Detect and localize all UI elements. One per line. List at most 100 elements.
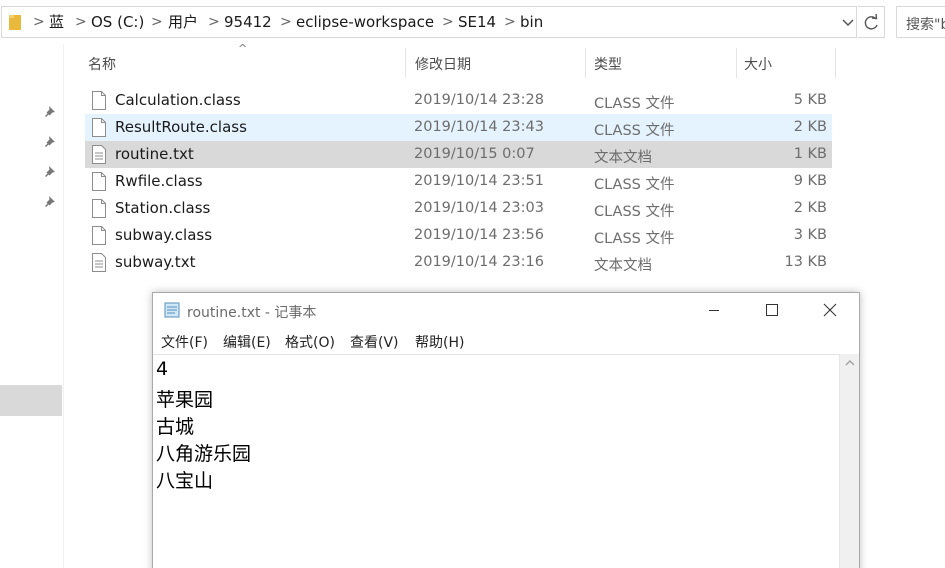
text-editor[interactable]: 4 苹果园 古城 八角游乐园 八宝山 [153,354,839,568]
file-size: 3 KB [793,227,827,243]
file-name: subway.class [115,226,213,244]
file-name: Rwfile.class [115,172,203,190]
text-line: 4 [156,358,169,380]
text-line: 八宝山 [156,470,214,492]
window-title: routine.txt - 记事本 [187,305,317,321]
breadcrumb-item[interactable]: 用户 [168,13,198,31]
file-icon [92,199,106,218]
file-row[interactable]: ResultRoute.class 2019/10/14 23:43 CLASS… [85,114,832,141]
file-size: 2 KB [793,200,827,216]
close-button[interactable] [801,293,859,327]
file-icon [92,226,106,245]
column-header-date[interactable]: 修改日期 [405,44,585,80]
column-header-size[interactable]: 大小 [734,44,834,80]
file-type: CLASS 文件 [594,177,675,193]
menu-help[interactable]: 帮助(H) [415,332,464,352]
scroll-up-icon[interactable] [844,358,856,368]
column-divider[interactable] [835,48,836,78]
column-headers: ^ 名称 修改日期 类型 大小 [78,42,838,82]
menu-format[interactable]: 格式(O) [285,332,335,352]
file-name: routine.txt [115,145,194,163]
notepad-icon [164,302,180,318]
file-row[interactable]: subway.class 2019/10/14 23:56 CLASS 文件 3… [85,222,832,249]
nav-item-selected[interactable] [0,385,62,416]
pin-icon[interactable] [44,194,58,208]
column-header-name[interactable]: 名称 [78,44,405,80]
column-header-type[interactable]: 类型 [584,44,736,80]
file-name: ResultRoute.class [115,118,247,136]
file-type: 文本文档 [594,150,652,166]
menu-bar: 文件(F) 编辑(E) 格式(O) 查看(V) 帮助(H) [153,329,859,353]
minimize-icon [709,310,719,311]
pin-icon[interactable] [44,134,58,148]
menu-file[interactable]: 文件(F) [161,332,208,352]
file-type: CLASS 文件 [594,204,675,220]
file-type: CLASS 文件 [594,123,675,139]
refresh-icon [864,13,878,30]
file-name: subway.txt [115,253,196,271]
file-row[interactable]: subway.txt 2019/10/14 23:16 文本文档 13 KB [85,249,832,276]
title-bar[interactable]: routine.txt - 记事本 [153,293,859,327]
breadcrumb-separator: > [75,14,87,30]
breadcrumb-item[interactable]: 95412 [224,13,272,31]
search-placeholder: 搜索"b [906,17,945,33]
file-date: 2019/10/15 0:07 [414,146,535,162]
file-type: CLASS 文件 [594,96,675,112]
text-file-icon [92,145,106,164]
breadcrumb-item[interactable]: OS (C:) [91,13,144,31]
file-row[interactable]: Calculation.class 2019/10/14 23:28 CLASS… [85,87,832,114]
pin-icon[interactable] [44,164,58,178]
file-size: 5 KB [793,92,827,108]
breadcrumb-item[interactable]: SE14 [458,13,496,31]
text-line: 八角游乐园 [156,443,252,465]
address-bar-area: > 蓝 > OS (C:) > 用户 > 95412 > eclipse-wor… [0,0,945,44]
file-size: 2 KB [793,119,827,135]
file-icon [92,172,106,191]
menu-edit[interactable]: 编辑(E) [223,332,271,352]
file-size: 9 KB [793,173,827,189]
breadcrumb-separator: > [208,14,220,30]
folder-icon [9,15,21,30]
file-date: 2019/10/14 23:51 [414,173,544,189]
chevron-down-icon[interactable] [840,15,856,31]
breadcrumb-separator: > [33,14,45,30]
file-icon [92,91,106,110]
minimize-button[interactable] [685,293,743,327]
file-size: 1 KB [793,146,827,162]
breadcrumb-item[interactable]: bin [520,13,543,31]
text-line: 古城 [156,416,195,438]
file-date: 2019/10/14 23:16 [414,254,544,270]
file-date: 2019/10/14 23:56 [414,227,544,243]
file-name: Calculation.class [115,91,241,109]
file-date: 2019/10/14 23:28 [414,92,544,108]
breadcrumb-separator: > [151,14,163,30]
menu-view[interactable]: 查看(V) [350,332,399,352]
breadcrumb-item[interactable]: eclipse-workspace [296,13,434,31]
maximize-icon [766,304,778,316]
file-name: Station.class [115,199,211,217]
text-file-icon [92,253,106,272]
refresh-button[interactable] [858,6,885,38]
file-size: 13 KB [784,254,827,270]
address-bar[interactable]: > 蓝 > OS (C:) > 用户 > 95412 > eclipse-wor… [1,6,857,38]
file-row[interactable]: Rwfile.class 2019/10/14 23:51 CLASS 文件 9… [85,168,832,195]
close-icon [823,303,837,317]
search-input[interactable]: 搜索"b [896,6,945,38]
file-date: 2019/10/14 23:03 [414,200,544,216]
maximize-button[interactable] [743,293,801,327]
file-date: 2019/10/14 23:43 [414,119,544,135]
file-icon [92,118,106,137]
file-row[interactable]: Station.class 2019/10/14 23:03 CLASS 文件 … [85,195,832,222]
text-line: 苹果园 [156,389,214,411]
breadcrumb-item[interactable]: 蓝 [49,13,64,31]
breadcrumb-separator: > [504,14,516,30]
navigation-pane [0,44,64,568]
file-type: CLASS 文件 [594,231,675,247]
breadcrumb-separator: > [442,14,454,30]
file-type: 文本文档 [594,258,652,274]
breadcrumb-separator: > [280,14,292,30]
notepad-window[interactable]: routine.txt - 记事本 文件(F) 编辑(E) 格式(O) 查看(V… [152,292,860,568]
pin-icon[interactable] [44,104,58,118]
file-row-selected[interactable]: routine.txt 2019/10/15 0:07 文本文档 1 KB [85,141,832,168]
vertical-scrollbar[interactable] [839,354,859,568]
